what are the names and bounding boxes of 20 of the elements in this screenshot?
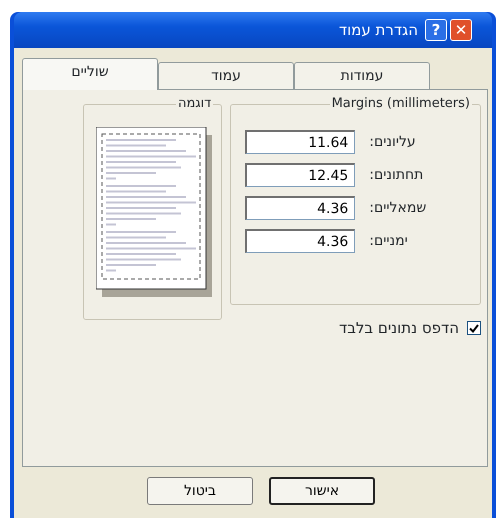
cancel-button[interactable]: ביטול: [147, 477, 253, 505]
field-label: עליונים:: [369, 132, 416, 152]
margin-field[interactable]: 12.45: [245, 163, 356, 187]
margin-field[interactable]: 4.36: [245, 229, 356, 253]
checkmark-icon: [469, 324, 479, 333]
help-button[interactable]: ?: [425, 19, 447, 41]
checkbox[interactable]: [467, 321, 481, 336]
close-button[interactable]: ✕: [450, 19, 472, 41]
tab[interactable]: עמודות: [294, 62, 430, 90]
checkbox-label: הדפס נתונים בלבד: [339, 318, 459, 339]
tab[interactable]: שוליים: [22, 58, 158, 90]
margin-field[interactable]: 11.64: [245, 130, 356, 154]
window-title: הגדרת עמוד: [338, 20, 418, 41]
field-label: תחתונים:: [369, 166, 424, 184]
tab[interactable]: עמוד: [158, 62, 294, 90]
margin-field[interactable]: 4.36: [245, 196, 356, 220]
field-label: ימניים:: [369, 232, 408, 250]
ok-button[interactable]: אישור: [269, 477, 375, 505]
group-title: Margins (millimeters): [330, 96, 472, 112]
field-label: שמאליים:: [369, 198, 426, 218]
